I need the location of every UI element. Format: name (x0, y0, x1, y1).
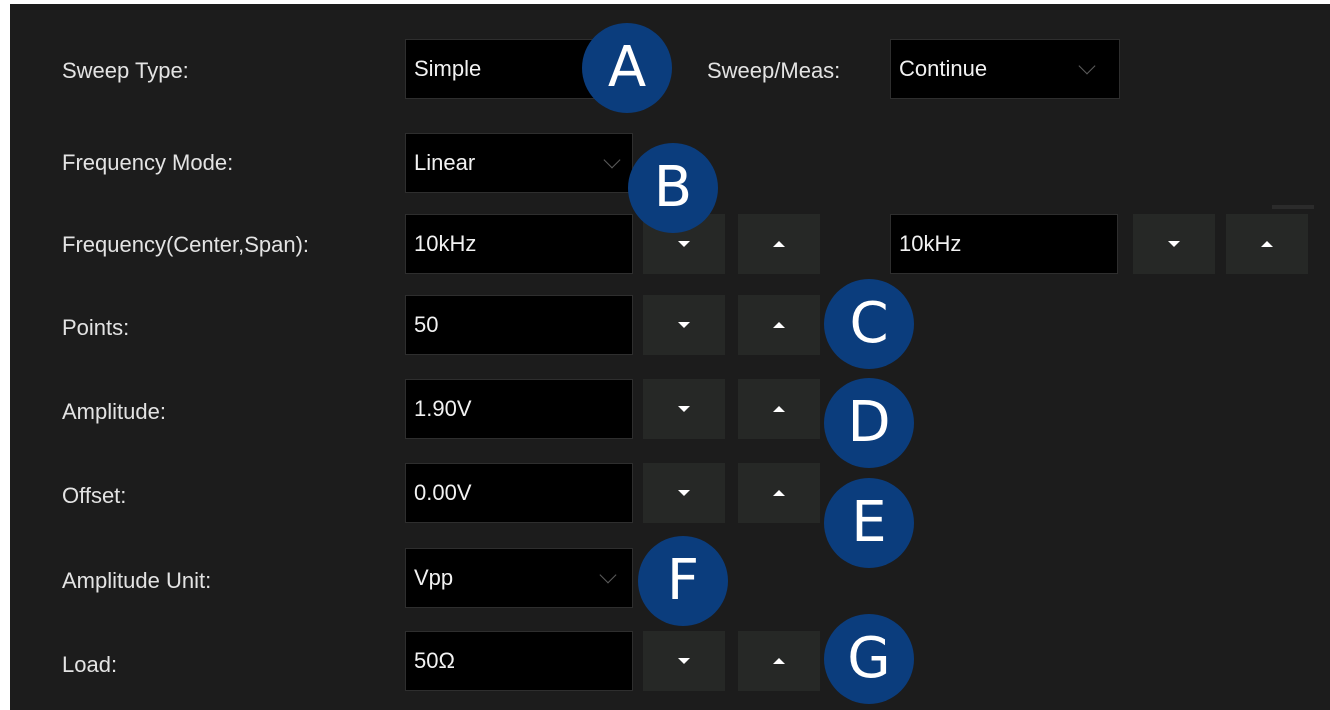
frequency-span-input[interactable]: 10kHz (890, 214, 1118, 274)
load-value: 50Ω (414, 648, 455, 673)
frequency-span-increment-button[interactable] (1226, 214, 1308, 274)
amplitude-label: Amplitude: (62, 399, 166, 424)
callout-badge-d: D (824, 378, 914, 468)
triangle-down-icon (678, 241, 690, 247)
points-value: 50 (414, 312, 439, 337)
triangle-up-icon (773, 322, 785, 328)
load-input[interactable]: 50Ω (405, 631, 633, 691)
amplitude-decrement-button[interactable] (643, 379, 725, 439)
frequency-mode-label: Frequency Mode: (62, 150, 234, 175)
triangle-up-icon (773, 490, 785, 496)
offset-input[interactable]: 0.00V (405, 463, 633, 523)
amplitude-unit-value: Vpp (414, 565, 454, 590)
callout-badge-b: B (628, 143, 718, 233)
triangle-up-icon (773, 241, 785, 247)
frequency-mode-dropdown[interactable]: Linear (405, 133, 633, 193)
triangle-down-icon (1168, 241, 1180, 247)
triangle-up-icon (773, 406, 785, 412)
triangle-down-icon (678, 490, 690, 496)
callout-badge-c: C (824, 279, 914, 369)
amplitude-increment-button[interactable] (738, 379, 820, 439)
amplitude-unit-dropdown[interactable]: Vpp (405, 548, 633, 608)
offset-decrement-button[interactable] (643, 463, 725, 523)
frequency-center-increment-button[interactable] (738, 214, 820, 274)
frequency-span-value: 10kHz (899, 231, 962, 256)
frequency-label: Frequency(Center,Span): (62, 232, 310, 257)
chevron-down-icon (599, 566, 617, 584)
triangle-down-icon (678, 322, 690, 328)
chevron-down-icon (1078, 57, 1096, 75)
load-decrement-button[interactable] (643, 631, 725, 691)
amplitude-input[interactable]: 1.90V (405, 379, 633, 439)
triangle-up-icon (773, 658, 785, 664)
callout-badge-e: E (824, 478, 914, 568)
offset-value: 0.00V (414, 480, 472, 505)
offset-label: Offset: (62, 483, 127, 508)
frequency-mode-value: Linear (414, 150, 476, 175)
chevron-down-icon (603, 151, 621, 169)
amplitude-unit-label: Amplitude Unit: (62, 568, 212, 593)
sweep-meas-value: Continue (899, 56, 988, 81)
load-increment-button[interactable] (738, 631, 820, 691)
sweep-type-label: Sweep Type: (62, 58, 189, 83)
points-increment-button[interactable] (738, 295, 820, 355)
amplitude-value: 1.90V (414, 396, 472, 421)
sweep-meas-dropdown[interactable]: Continue (890, 39, 1120, 99)
points-decrement-button[interactable] (643, 295, 725, 355)
triangle-up-icon (1261, 241, 1273, 247)
triangle-down-icon (678, 658, 690, 664)
offset-increment-button[interactable] (738, 463, 820, 523)
callout-badge-g: G (824, 614, 914, 704)
load-label: Load: (62, 652, 118, 677)
points-label: Points: (62, 315, 130, 340)
triangle-down-icon (678, 406, 690, 412)
callout-badge-f: F (638, 536, 728, 626)
points-input[interactable]: 50 (405, 295, 633, 355)
sweep-type-value: Simple (414, 56, 482, 81)
sweep-meas-label: Sweep/Meas: (707, 58, 841, 83)
frequency-center-input[interactable]: 10kHz (405, 214, 633, 274)
frequency-span-decrement-button[interactable] (1133, 214, 1215, 274)
callout-badge-a: A (582, 23, 672, 113)
panel-edge-divider (1272, 205, 1314, 209)
frequency-center-value: 10kHz (414, 231, 477, 256)
